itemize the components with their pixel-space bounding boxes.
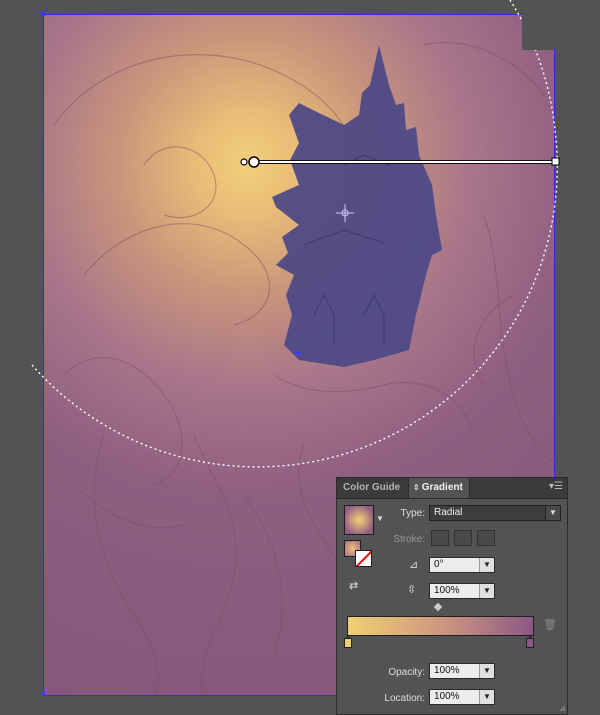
gradient-midpoint-diamond[interactable] [433,602,443,612]
sketch-line [93,434,159,695]
aspect-ratio-value: 100% [434,585,460,596]
type-dropdown[interactable]: Radial ▼ [429,505,561,521]
sketch-line [423,41,545,96]
opacity-field[interactable]: 100% ▼ [429,663,495,679]
opacity-label: Opacity: [388,667,425,678]
trash-icon[interactable]: 🗑 [543,619,557,631]
gradient-stop-end[interactable] [526,635,534,648]
angle-field[interactable]: 0° ▼ [429,557,495,573]
gradient-swatch[interactable] [344,505,374,535]
sketch-line [73,484,185,529]
sketch-line [243,494,283,656]
chevron-down-icon: ▼ [479,584,494,598]
stroke-along-button[interactable] [454,530,472,546]
haunted-house [272,45,442,367]
chevron-down-icon: ▼ [479,664,494,678]
stroke-swatch[interactable] [355,550,372,567]
gradient-stop-start[interactable] [344,635,352,648]
sketch-line [273,374,475,436]
gradient-center-handle[interactable] [248,156,260,168]
workspace-corner-block [522,14,555,50]
aspect-ratio-icon: ⇳ [407,584,417,596]
sketch-line [63,357,183,486]
stroke-label: Stroke: [393,534,425,545]
opacity-value: 100% [434,665,460,676]
gradient-end-handle[interactable] [551,157,560,166]
location-value: 100% [434,691,460,702]
location-field[interactable]: 100% ▼ [429,689,495,705]
stroke-across-button[interactable] [477,530,495,546]
location-label: Location: [384,693,425,704]
panel-tab-bar: Color Guide ⇕ Gradient ▾☰ [337,478,567,499]
type-value: Radial [434,507,463,518]
resize-grip-icon[interactable]: ◢ [559,703,565,712]
gradient-slider[interactable] [347,616,534,636]
chevron-down-icon: ▼ [545,506,560,520]
sketch-line [143,146,217,219]
artboard-corner-anchor[interactable] [41,12,45,16]
sketch-line [483,214,554,465]
panel-menu-icon[interactable]: ▾☰ [549,481,563,493]
sketch-line [83,223,271,326]
angle-value: 0° [434,559,444,570]
tab-color-guide[interactable]: Color Guide [343,478,400,498]
reverse-gradient-icon[interactable]: ⇄ [349,579,365,593]
angle-icon: ⊿ [409,559,419,571]
tab-toggle-arrows-icon: ⇕ [413,483,420,492]
stroke-within-button[interactable] [431,530,449,546]
artboard-corner-anchor[interactable] [41,692,45,696]
swatch-dropdown-icon[interactable]: ▼ [376,514,384,523]
gradient-panel: Color Guide ⇕ Gradient ▾☰ ▼ Type: Radial … [336,477,568,715]
gradient-origin-handle[interactable] [240,158,248,166]
chevron-down-icon: ▼ [479,690,494,704]
tab-gradient[interactable]: ⇕ Gradient [408,478,470,498]
aspect-ratio-field[interactable]: 100% ▼ [429,583,495,599]
tab-gradient-label: Gradient [421,482,463,493]
selection-anchor[interactable] [296,351,300,355]
type-label: Type: [400,508,425,519]
sketch-line [193,434,237,695]
chevron-down-icon: ▼ [479,558,494,572]
